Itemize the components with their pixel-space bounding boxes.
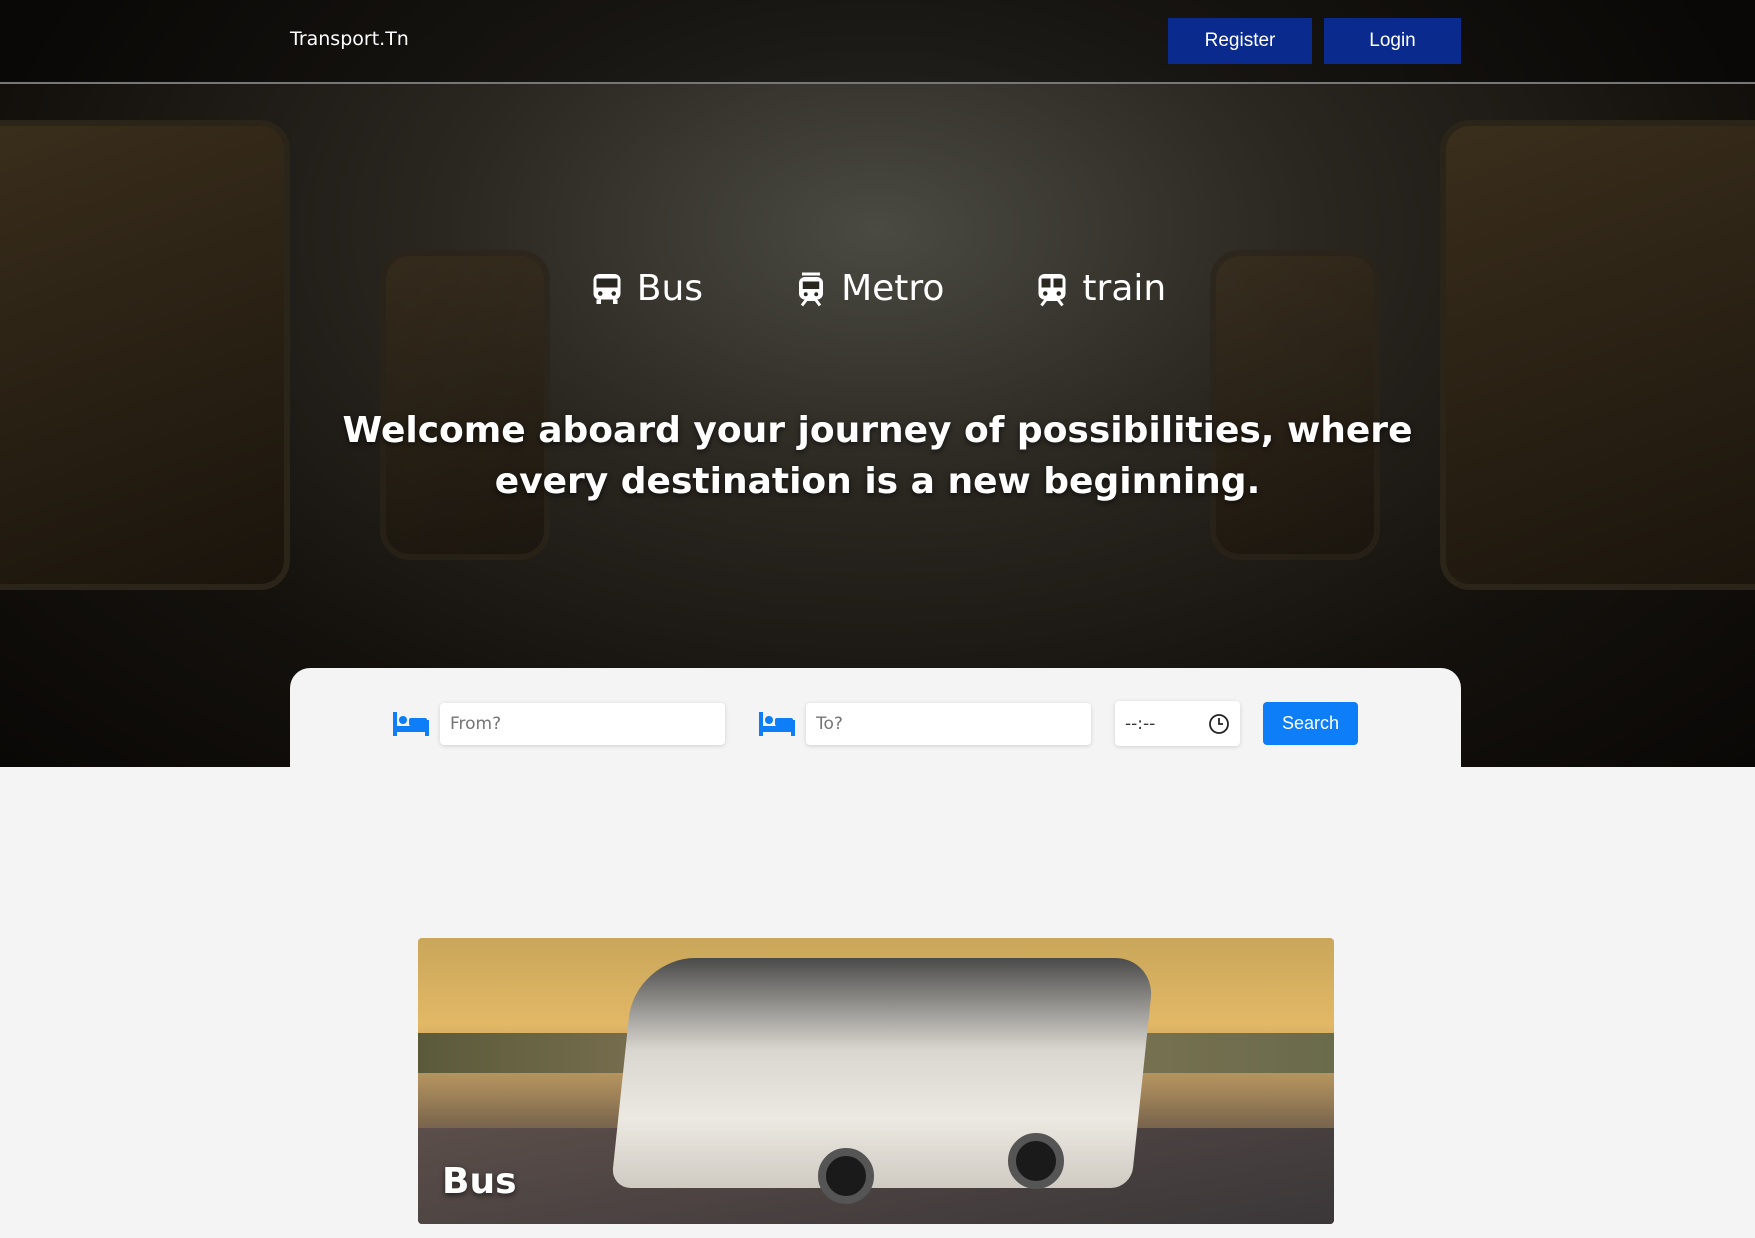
mode-label: Bus xyxy=(636,268,704,309)
metro-icon xyxy=(799,272,824,306)
clock-icon[interactable] xyxy=(1208,713,1230,735)
bus-card[interactable]: Bus xyxy=(418,938,1334,1224)
bed-icon xyxy=(759,712,795,736)
bus-icon xyxy=(593,273,621,304)
hero-section: Bus Metro train Welcome aboard your jour… xyxy=(0,0,1755,767)
time-input[interactable]: --:-- xyxy=(1115,701,1240,746)
train-icon xyxy=(1038,273,1066,306)
brand-logo[interactable]: Transport.Tn xyxy=(290,28,409,50)
mode-train[interactable]: train xyxy=(1034,268,1166,309)
card-label: Bus xyxy=(442,1161,517,1202)
bus-wheel xyxy=(1008,1133,1064,1189)
background-window xyxy=(0,120,290,590)
time-value: --:-- xyxy=(1125,713,1156,734)
mode-label: train xyxy=(1082,268,1167,309)
bed-icon xyxy=(393,712,429,736)
hero-headline: Welcome aboard your journey of possibili… xyxy=(342,410,1413,502)
background-window xyxy=(1440,120,1755,590)
register-button[interactable]: Register xyxy=(1168,18,1312,64)
from-input[interactable] xyxy=(440,703,725,745)
top-navbar: Transport.Tn Register Login xyxy=(0,0,1755,84)
mode-metro[interactable]: Metro xyxy=(793,268,944,309)
bus-wheel xyxy=(818,1148,874,1204)
login-button[interactable]: Login xyxy=(1324,18,1461,64)
search-button[interactable]: Search xyxy=(1263,702,1358,745)
mode-label: Metro xyxy=(841,268,945,309)
to-input[interactable] xyxy=(806,703,1091,745)
mode-bus[interactable]: Bus xyxy=(589,268,703,309)
bus-image xyxy=(610,958,1156,1188)
transport-modes: Bus Metro train xyxy=(0,268,1755,309)
